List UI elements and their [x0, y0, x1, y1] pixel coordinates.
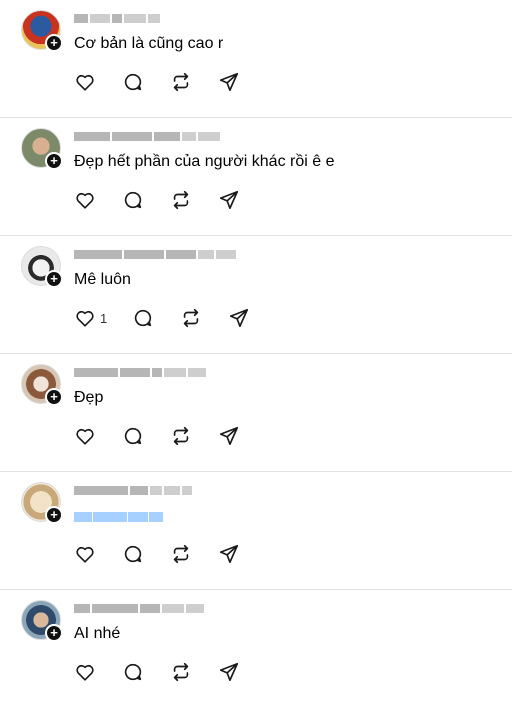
- follow-plus-icon[interactable]: +: [45, 270, 63, 288]
- send-icon: [219, 426, 239, 446]
- like-button[interactable]: [74, 188, 122, 212]
- comment-icon: [134, 309, 152, 327]
- follow-plus-icon[interactable]: +: [45, 34, 63, 52]
- comment-icon: [124, 191, 142, 209]
- username-blurred[interactable]: [74, 12, 194, 24]
- like-button[interactable]: [74, 424, 122, 448]
- share-button[interactable]: [218, 542, 240, 566]
- username-blurred[interactable]: [74, 602, 224, 614]
- send-icon: [219, 662, 239, 682]
- share-button[interactable]: [218, 70, 240, 94]
- repost-button[interactable]: [170, 542, 218, 566]
- send-icon: [219, 72, 239, 92]
- avatar[interactable]: +: [21, 600, 63, 642]
- heart-icon: [76, 428, 94, 445]
- comment-icon: [124, 663, 142, 681]
- heart-icon: [76, 192, 94, 209]
- username-blurred[interactable]: [74, 248, 279, 260]
- comment-item: + Đẹp hết phần của người khác rồi ê e: [0, 118, 512, 236]
- comment-text: Đẹp: [74, 389, 104, 406]
- comment-text: AI nhé: [74, 625, 121, 642]
- share-button[interactable]: [218, 188, 240, 212]
- username-blurred[interactable]: [74, 484, 234, 496]
- repost-icon: [173, 426, 189, 446]
- avatar[interactable]: +: [21, 482, 63, 524]
- comment-text: Mê luôn: [74, 271, 131, 288]
- comment-text: Cơ bản là cũng cao r: [74, 35, 224, 52]
- comment-icon: [124, 73, 142, 91]
- comment-item: + Cơ bản là cũng cao r: [0, 0, 512, 118]
- like-button[interactable]: [74, 660, 122, 684]
- follow-plus-icon[interactable]: +: [45, 388, 63, 406]
- reply-button[interactable]: [122, 188, 170, 212]
- share-button[interactable]: [218, 424, 240, 448]
- avatar[interactable]: +: [21, 364, 63, 406]
- like-button[interactable]: [74, 542, 122, 566]
- reply-button[interactable]: [122, 424, 170, 448]
- repost-button[interactable]: [170, 660, 218, 684]
- repost-icon: [173, 72, 189, 92]
- reply-button[interactable]: [132, 306, 180, 330]
- repost-button[interactable]: [180, 306, 228, 330]
- follow-plus-icon[interactable]: +: [45, 624, 63, 642]
- comment-feed: + Cơ bản là cũng cao r + Đẹp hết phần củ…: [0, 0, 512, 697]
- repost-icon: [183, 308, 199, 328]
- heart-icon: [76, 74, 94, 91]
- repost-icon: [173, 544, 189, 564]
- avatar[interactable]: +: [21, 10, 63, 52]
- follow-plus-icon[interactable]: +: [45, 506, 63, 524]
- like-button[interactable]: 1: [74, 306, 132, 330]
- comment-item: +: [0, 472, 512, 590]
- comment-link-blurred[interactable]: [74, 512, 163, 522]
- heart-icon: [76, 546, 94, 563]
- reply-button[interactable]: [122, 660, 170, 684]
- follow-plus-icon[interactable]: +: [45, 152, 63, 170]
- heart-icon: [76, 664, 94, 681]
- share-button[interactable]: [218, 660, 240, 684]
- repost-button[interactable]: [170, 188, 218, 212]
- repost-icon: [173, 190, 189, 210]
- avatar[interactable]: +: [21, 246, 63, 288]
- comment-text: Đẹp hết phần của người khác rồi ê e: [74, 153, 335, 170]
- heart-icon: [76, 310, 94, 327]
- comment-icon: [124, 545, 142, 563]
- send-icon: [229, 308, 249, 328]
- comment-icon: [124, 427, 142, 445]
- avatar[interactable]: +: [21, 128, 63, 170]
- comment-item: + Mê luôn 1: [0, 236, 512, 354]
- repost-button[interactable]: [170, 70, 218, 94]
- username-blurred[interactable]: [74, 366, 234, 378]
- send-icon: [219, 544, 239, 564]
- username-blurred[interactable]: [74, 130, 244, 142]
- reply-button[interactable]: [122, 70, 170, 94]
- repost-button[interactable]: [170, 424, 218, 448]
- like-button[interactable]: [74, 70, 122, 94]
- send-icon: [219, 190, 239, 210]
- repost-icon: [173, 662, 189, 682]
- comment-item: + Đẹp: [0, 354, 512, 472]
- like-count: 1: [100, 310, 108, 326]
- comment-item: + AI nhé: [0, 590, 512, 708]
- reply-button[interactable]: [122, 542, 170, 566]
- share-button[interactable]: [228, 306, 250, 330]
